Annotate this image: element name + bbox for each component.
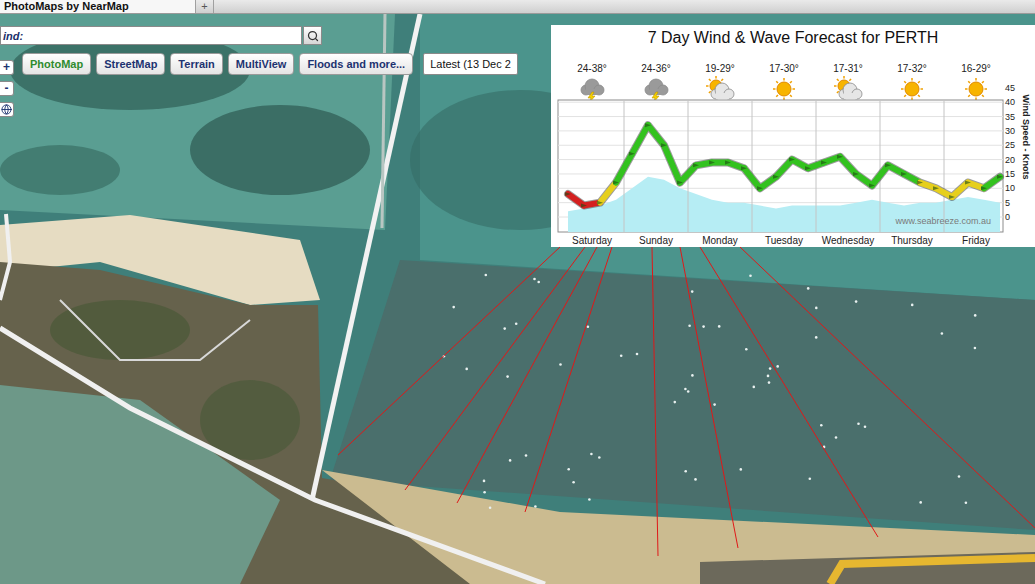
y-axis-tick: 20 bbox=[1005, 155, 1015, 165]
y-axis-tick: 35 bbox=[1005, 112, 1015, 122]
annotation-lines bbox=[0, 14, 1035, 584]
new-tab-button[interactable]: + bbox=[196, 0, 214, 13]
view-tab[interactable]: PhotoMap bbox=[22, 53, 91, 75]
map-view[interactable]: ind:+-PhotoMapStreetMapTerrainMultiViewF… bbox=[0, 14, 1035, 584]
search-label: ind: bbox=[3, 30, 23, 42]
y-axis-tick: 10 bbox=[1005, 183, 1015, 193]
view-tab[interactable]: Floods and more... bbox=[299, 53, 413, 75]
annotation-line bbox=[405, 247, 585, 490]
forecast-panel: 7 Day Wind & Wave Forecast for PERTH 24-3… bbox=[551, 25, 1035, 247]
search-input[interactable] bbox=[27, 29, 299, 43]
day-label: Friday bbox=[962, 235, 990, 246]
zoom-in-button[interactable]: + bbox=[0, 60, 14, 75]
annotation-line bbox=[457, 247, 597, 503]
view-tab[interactable]: MultiView bbox=[228, 53, 295, 75]
chart-credit: www.seabreeze.com.au bbox=[894, 216, 991, 226]
y-axis-tick: 30 bbox=[1005, 126, 1015, 136]
temperature-range: 24-38° bbox=[577, 63, 607, 74]
date-select[interactable]: Latest (13 Dec 2 bbox=[423, 53, 518, 75]
browser-tab-bar: PhotoMaps by NearMap+ bbox=[0, 0, 1035, 14]
zoom-controls: +- bbox=[0, 60, 14, 117]
annotation-line bbox=[740, 247, 1035, 528]
magnifier-icon bbox=[307, 30, 319, 42]
wave-height-area bbox=[568, 177, 1000, 232]
temperature-range: 17-30° bbox=[769, 63, 799, 74]
view-tab[interactable]: StreetMap bbox=[96, 53, 165, 75]
globe-icon bbox=[1, 104, 12, 115]
temperature-range: 17-31° bbox=[833, 63, 863, 74]
annotation-line bbox=[525, 247, 612, 512]
wind-wave-forecast-chart: 7 Day Wind & Wave Forecast for PERTH 24-3… bbox=[551, 25, 1035, 247]
partly-cloudy-icon bbox=[706, 76, 734, 99]
zoom-out-button[interactable]: - bbox=[0, 81, 14, 96]
y-axis-tick: 40 bbox=[1005, 97, 1015, 107]
globe-button[interactable] bbox=[0, 102, 14, 117]
partly-cloudy-icon bbox=[834, 76, 862, 99]
view-tab[interactable]: Terrain bbox=[170, 53, 222, 75]
sun-icon bbox=[773, 78, 795, 100]
temperature-range: 19-29° bbox=[705, 63, 735, 74]
search-button[interactable] bbox=[303, 26, 322, 45]
search-box: ind: bbox=[0, 26, 302, 45]
map-view-toolbar: PhotoMapStreetMapTerrain MultiViewFloods … bbox=[22, 53, 518, 75]
temperature-range: 16-29° bbox=[961, 63, 991, 74]
day-label: Monday bbox=[702, 235, 738, 246]
wind-speed-line bbox=[565, 123, 1003, 207]
y-axis-tick: 0 bbox=[1005, 212, 1010, 222]
browser-window: PhotoMaps by NearMap+ind:+-PhotoMapStree… bbox=[0, 0, 1035, 584]
day-label: Wednesday bbox=[822, 235, 875, 246]
chart-title: 7 Day Wind & Wave Forecast for PERTH bbox=[648, 29, 939, 46]
day-label: Thursday bbox=[891, 235, 933, 246]
temperature-range: 17-32° bbox=[897, 63, 927, 74]
y-axis-title: Wind Speed - Knots bbox=[1021, 95, 1031, 180]
y-axis-tick: 15 bbox=[1005, 169, 1015, 179]
day-label: Tuesday bbox=[765, 235, 803, 246]
thunderstorm-icon bbox=[645, 79, 668, 103]
annotation-line bbox=[700, 247, 878, 537]
annotation-line bbox=[680, 247, 738, 548]
thunderstorm-icon bbox=[581, 79, 604, 103]
y-axis-tick: 5 bbox=[1005, 198, 1010, 208]
sun-icon bbox=[965, 78, 987, 100]
annotation-line bbox=[338, 247, 560, 455]
sun-icon bbox=[901, 78, 923, 100]
day-label: Saturday bbox=[572, 235, 612, 246]
annotation-line bbox=[652, 247, 658, 556]
y-axis-tick: 45 bbox=[1005, 83, 1015, 93]
search-row: ind: bbox=[0, 26, 322, 45]
browser-tab[interactable]: PhotoMaps by NearMap bbox=[0, 0, 196, 13]
temperature-range: 24-36° bbox=[641, 63, 671, 74]
day-label: Sunday bbox=[639, 235, 673, 246]
y-axis-tick: 25 bbox=[1005, 140, 1015, 150]
